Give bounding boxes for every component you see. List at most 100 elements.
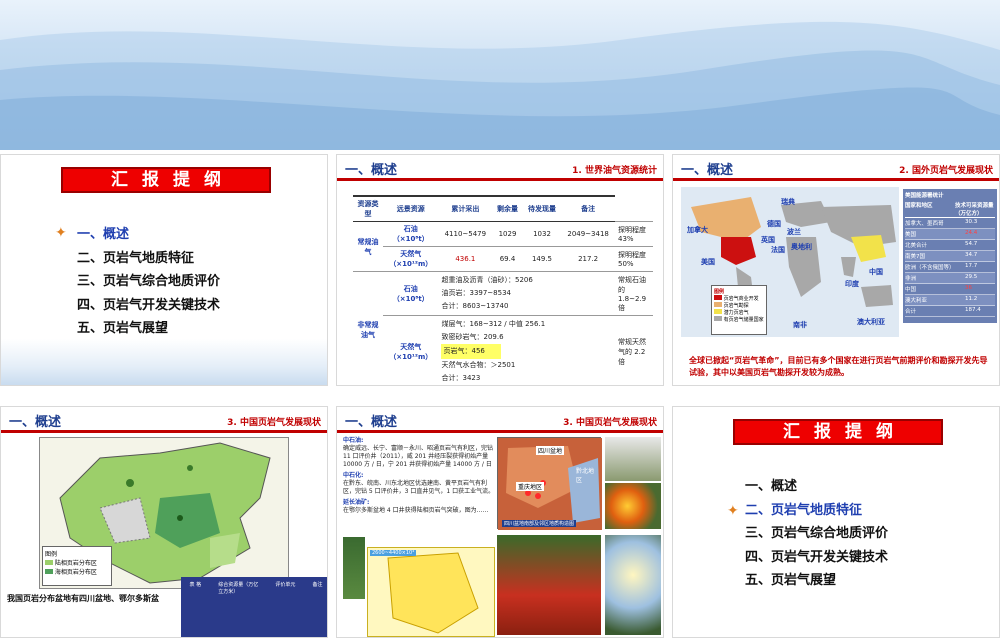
map-label: 英国 [761,236,775,244]
map-caption: 四川盆地南部及邻区地质构造图 [502,520,577,527]
map-legend: 图例 陆相页岩分布区 海相页岩分布区 [42,546,112,586]
world-map: 瑞典 加拿大 德国 波兰 英国 奥地利 法国 美国 中国 印度 澳大利亚 南非 … [681,187,899,337]
cell: 149.5 [522,246,562,272]
map-label: 中国 [869,268,883,276]
section-body: 在鄂尔多斯盆地 4 口井获得陆相页岩气突破，图为…… [343,507,489,514]
star-bullet-icon: ✦ [727,503,739,519]
cell: 4110~5479 [438,221,493,247]
slide-title: 一、概述 [345,415,398,430]
table-header-row: 国家和地区 技术可采资源量（万亿方） [905,203,995,218]
table-row: 中国 36 [905,284,995,295]
toc-item: 一、概述 [745,479,798,494]
cell: 30.3 [965,219,978,225]
map-label: 南非 [793,321,807,329]
banner-wave-graphic [0,21,1000,150]
cell-multiline: 煤层气：168~312 / 中值 256.1 致密砂岩气：209.6 页岩气：4… [438,315,615,385]
cell: 2049~3418 [561,221,615,247]
map-label: 四川盆地 [536,446,565,455]
slide-subtitle: 3. 中国页岩气发展现状 [227,418,321,428]
map-label: 德国 [767,220,781,228]
toc-item: 二、页岩气地质特征 [77,250,195,266]
slide-caption: 全球已掀起“页岩气革命”，目前已有多个国家在进行页岩气前期评价和勘探开发先导试验… [689,356,988,377]
table-row: 南美7国 34.7 [905,251,995,262]
cell: 436.1 [438,246,493,272]
legend-title: 图例 [45,551,58,558]
ordos-map: 2600~4400×10⁴ [367,547,495,637]
drilling-rig-photo [605,437,661,481]
row-label: 石油 （×10⁸t） [383,221,439,247]
col-header: 资源类型 [353,195,383,222]
slide-toc-1[interactable]: 汇报提纲 ✦ 一、概述 二、页岩气地质特征 三、页岩气综合地质评价 四、页岩气开… [0,154,328,386]
slide-header: 一、概述 2. 国外页岩气发展现状 [673,155,999,181]
toc-item: 四、页岩气开发关键技术 [77,297,221,313]
map-label: 2600~4400×10⁴ [370,550,417,556]
cell: 1032 [522,221,562,247]
row-group-label: 常规油气 [353,221,383,272]
toc-item: 五、页岩气展望 [745,573,837,588]
slide-subtitle: 3. 中国页岩气发展现状 [563,418,657,428]
slide-header: 一、概述 1. 世界油气资源统计 [337,155,663,181]
resource-table: 资源类型 远景资源 累计采出 剩余量 待发现量 备注 常规油气 石油 （×10⁸t… [353,195,653,385]
cell: 1029 [492,221,523,247]
slide-foreign-shale[interactable]: 一、概述 2. 国外页岩气发展现状 瑞典 加拿大 德国 波兰 英国 奥地利 法国… [672,154,1000,386]
table-title: 美国能源署统计 [905,193,944,199]
cell: 北美合计 [905,243,928,249]
table-row: 北美合计 54.7 [905,240,995,251]
col-header: 剩余量 [492,195,523,222]
cell: 187.4 [965,307,981,313]
map-label: 重庆地区 [516,482,545,491]
col-header: 备注 [561,195,615,222]
section-body: 在黔东、皖南、川东北地区优选建南、黄平页岩气有利区，完钻 5 口评价井，3 口直… [343,480,495,495]
cell: 36 [965,285,972,291]
col-header: 累计采出 [438,195,493,222]
table-row: 澳大利亚 11.2 [905,295,995,306]
toc-red-title: 汇报提纲 [61,167,271,193]
table-row: 天然气 （×10¹²m） 煤层气：168~312 / 中值 256.1 致密砂岩气… [353,315,653,385]
col-header: 远景资源 [383,195,439,222]
legend-item: 陆相页岩分布区 [45,558,109,567]
table-row: 非洲 29.5 [905,273,995,284]
cell: 非洲 [905,276,917,282]
slide-toc-2[interactable]: 汇报提纲 ✦ 一、概述 二、页岩气地质特征 三、页岩气综合地质评价 四、页岩气开… [672,406,1000,638]
table-row: 天然气 （×10¹²m） 436.1 69.4 149.5 217.2 探明程度5… [353,246,653,272]
cell-note: 探明程度50% [615,246,653,272]
cell: 合计 [905,309,917,315]
cell-note: 常规天然气的 2.2 倍 [615,315,653,385]
star-bullet-icon: ✦ [55,225,67,241]
cell-note: 常规石油的1.8~2.9 倍 [615,271,653,316]
table-row: 合计 187.4 [905,306,995,317]
top-banner [0,0,1000,150]
row-label: 石油 （×10⁸t） [383,271,439,316]
cell: 69.4 [492,246,523,272]
cell: 217.2 [561,246,615,272]
toc-item: 二、页岩气地质特征 [745,502,863,518]
table-row: 美国 24.4 [905,229,995,240]
slide-china-shale-map[interactable]: 一、概述 3. 中国页岩气发展现状 图例 陆相页岩分布区 海相页岩分布区 我国页… [0,406,328,638]
legend-item: 海相页岩分布区 [45,567,109,576]
toc-list: 一、概述 二、页岩气地质特征 三、页岩气综合地质评价 四、页岩气开发关键技术 五… [745,475,888,593]
eia-stats-table: 美国能源署统计 国家和地区 技术可采资源量（万亿方） 加拿大、墨西哥 30.3 美国 2… [903,189,997,323]
toc-item: 三、页岩气综合地质评价 [77,274,221,289]
table-body: 加拿大、墨西哥 30.3 美国 24.4 北美合计 54.7 南美7国 34.7 欧洲（不含俄国… [905,218,995,317]
cell: 54.7 [965,241,978,247]
section-body: 确定威远、长宁、富顺－永川、昭通页岩气有利区，完钻 11 口评价井（2011），… [343,445,494,468]
toc-item: 一、概述 [77,227,130,242]
slide-china-progress[interactable]: 一、概述 3. 中国页岩气发展现状 中石油: 确定威远、长宁、富顺－永川、昭通页… [336,406,664,638]
cell: 34.7 [965,252,978,258]
gas-test-photo [605,535,661,635]
cell-multiline: 超重油及沥青（油砂）：5206 油页岩：3397~8534 合计：8603~13… [438,271,615,316]
slide-world-resources[interactable]: 一、概述 1. 世界油气资源统计 资源类型 远景资源 累计采出 剩余量 待发现量… [336,154,664,386]
cell: 美国 [905,232,917,238]
table-row: 常规油气 石油 （×10⁸t） 4110~5479 1029 1032 2049~… [353,221,653,272]
table-header-row: 资源类型 远景资源 累计采出 剩余量 待发现量 备注 [353,195,653,222]
toc-item: 五、页岩气展望 [77,321,169,336]
map-label: 黔北地区 [576,468,595,484]
map-legend: 图例 页岩气商业开发 页岩气勘探 潜力页岩气 有页岩气储量国家 [711,285,767,335]
map-label: 印度 [845,280,859,288]
toc-red-title: 汇报提纲 [733,419,943,445]
cell: 中国 [905,287,917,293]
section-head: 延长油矿: [343,499,370,506]
legend-title: 图例 [714,289,725,295]
slide-subtitle: 1. 世界油气资源统计 [572,166,657,176]
col-header: 备注 [312,582,323,588]
